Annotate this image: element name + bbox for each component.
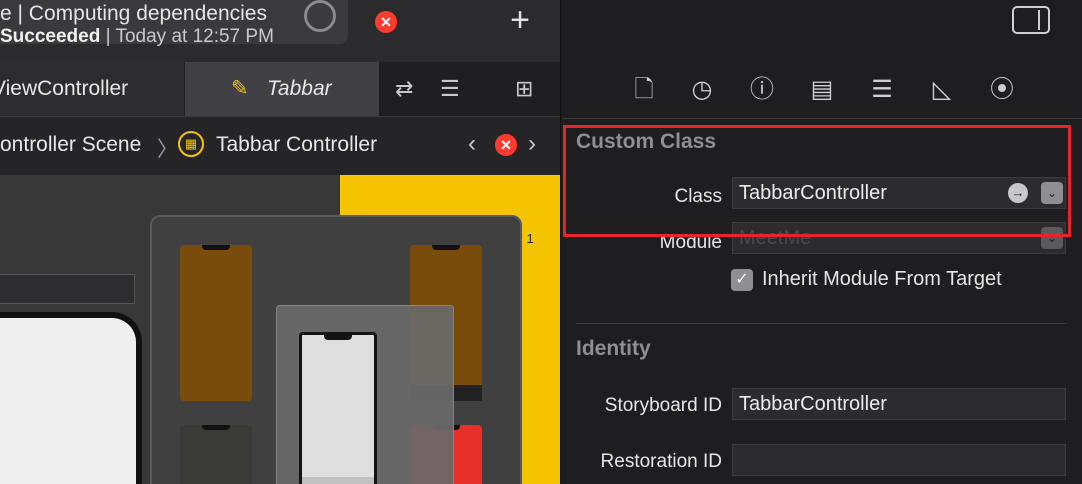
status-line-2: Succeeded | Today at 12:57 PM: [0, 26, 274, 48]
tab-viewcontroller[interactable]: ViewController: [0, 62, 184, 116]
restoration-id-label: Restoration ID: [600, 451, 722, 472]
inspector-tab-bar: 🗋 ◷ ⓘ ▤ ☰ ◺ ⦿: [562, 62, 1082, 119]
status-time: | Today at 12:57 PM: [100, 26, 274, 47]
phone-scene-white[interactable]: [299, 332, 377, 484]
related-items-icon[interactable]: ⇄: [395, 76, 413, 102]
history-inspector-icon[interactable]: ◷: [686, 74, 718, 106]
storyboard-id-label: Storyboard ID: [604, 395, 722, 416]
editor-tab-bar: ViewController ✎ Tabbar ⇄ ☰ ⊞: [0, 62, 560, 116]
toggle-inspector-icon[interactable]: [1012, 6, 1050, 34]
editor-options-icon[interactable]: ☰: [440, 76, 460, 102]
tab-label: Tabbar: [267, 77, 332, 100]
restoration-id-field[interactable]: [732, 444, 1066, 476]
add-tab-button[interactable]: +: [505, 2, 535, 38]
file-inspector-icon[interactable]: 🗋: [628, 74, 660, 106]
storyboard-id-value: TabbarController: [739, 393, 887, 415]
identity-inspector-icon[interactable]: ▤: [806, 74, 838, 106]
tab-tabbar[interactable]: ✎ Tabbar: [185, 62, 379, 116]
scene-container[interactable]: [150, 215, 522, 484]
storyboard-id-field[interactable]: TabbarController: [732, 388, 1066, 420]
phone-scene-dark[interactable]: [180, 425, 252, 484]
activity-status-bar: e | Computing dependencies Succeeded | T…: [0, 0, 348, 47]
canvas-search-bar[interactable]: [0, 274, 135, 304]
previous-issue-icon[interactable]: ‹: [468, 130, 476, 158]
connections-inspector-icon[interactable]: ⦿: [986, 74, 1018, 106]
attributes-inspector-icon[interactable]: ☰: [866, 74, 898, 106]
phone-scene-brown[interactable]: [180, 245, 252, 401]
identity-title: Identity: [576, 337, 651, 360]
status-line-1: e | Computing dependencies: [0, 2, 267, 25]
storyboard-file-icon: ✎: [231, 77, 249, 100]
breadcrumb-scene[interactable]: ontroller Scene: [0, 133, 141, 157]
add-editor-icon[interactable]: ⊞: [515, 76, 533, 102]
activity-spinner-icon: [304, 0, 336, 32]
inherit-module-label: Inherit Module From Target: [762, 268, 1002, 290]
tabbar-scene[interactable]: [276, 305, 454, 484]
storyboard-editor: e | Computing dependencies Succeeded | T…: [0, 0, 560, 484]
phone-preview-left[interactable]: [0, 312, 142, 484]
status-succeeded: Succeeded: [0, 26, 101, 47]
custom-class-highlight: [563, 125, 1071, 237]
section-divider: [576, 323, 1066, 324]
breadcrumb-separator: 〉: [157, 138, 178, 161]
next-issue-icon[interactable]: ›: [528, 130, 536, 158]
error-badge-icon[interactable]: ✕: [375, 11, 397, 33]
breadcrumb: ontroller Scene 〉 ▦ Tabbar Controller ‹ …: [0, 116, 560, 175]
issue-error-icon[interactable]: ✕: [495, 134, 517, 156]
tabbar-controller-icon: ▦: [178, 131, 204, 157]
tab-label: ViewController: [0, 77, 129, 100]
breadcrumb-controller[interactable]: Tabbar Controller: [216, 133, 377, 157]
size-inspector-icon[interactable]: ◺: [926, 74, 958, 106]
help-inspector-icon[interactable]: ⓘ: [746, 74, 778, 106]
inherit-module-checkbox[interactable]: ✓: [731, 269, 753, 291]
